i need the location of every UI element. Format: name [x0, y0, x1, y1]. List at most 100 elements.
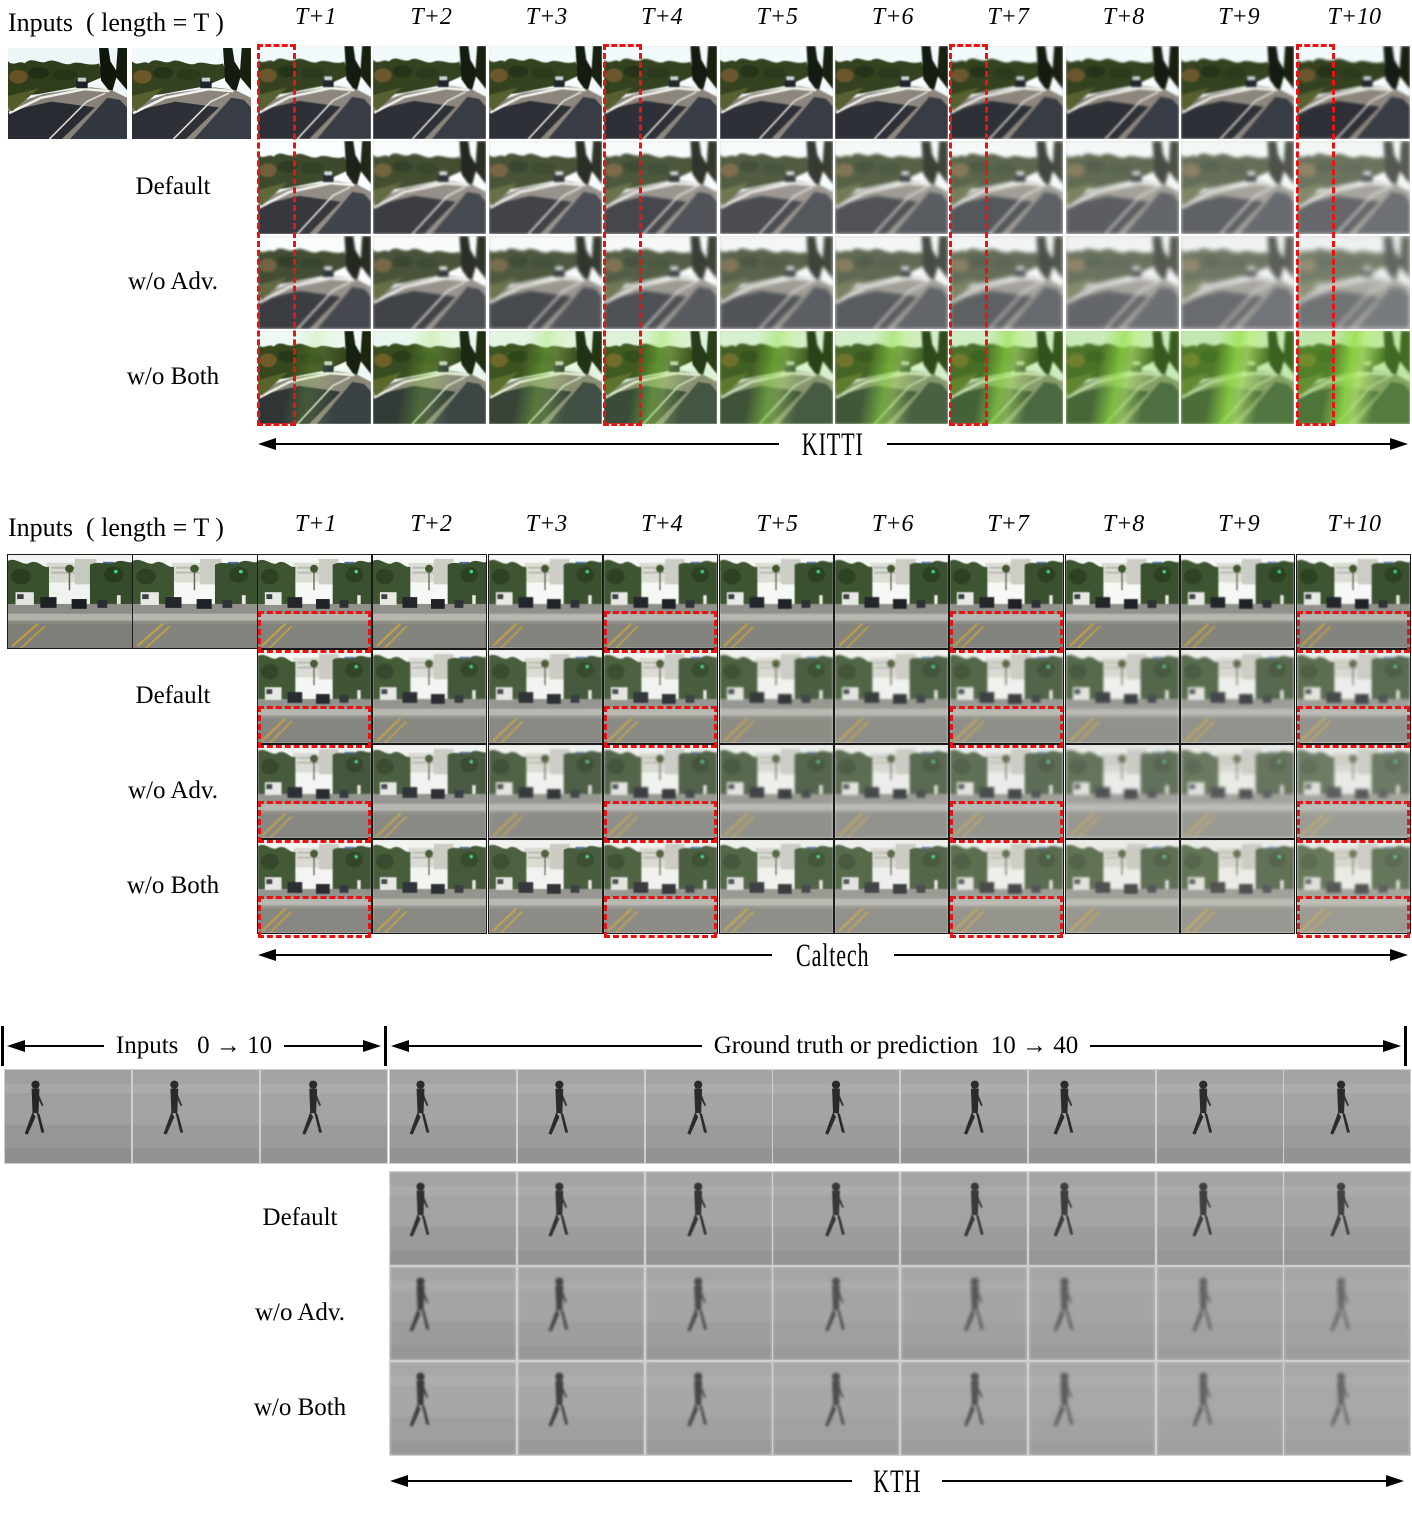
caltech-default-frame-8: [1064, 649, 1180, 744]
kitti-col-header-tplus7: T+7: [987, 4, 1029, 30]
caltech-axis-arrow: Caltech: [258, 936, 1408, 973]
kth-default-frame-2: [516, 1171, 645, 1266]
caltech-col-header-tplus5: T+5: [756, 511, 799, 537]
kitti-default-frame-8: [1065, 141, 1179, 234]
kth-wo-adv-frame-7: [1155, 1266, 1284, 1361]
kth-ground-truth-frame-4: [772, 1069, 901, 1164]
caltech-row-label-wo-adv: w/o Adv.: [127, 777, 219, 804]
kitti-ground-truth-frame-9: [1181, 46, 1295, 139]
caltech-wo-adv-frame-9: [1180, 744, 1296, 839]
kth-inputs-range-label: Inputs 0 → 10: [115, 1032, 273, 1059]
caltech-wo-both-frame-8: [1064, 839, 1180, 934]
caltech-highlight-box-t4-row1: [604, 611, 718, 653]
caltech-highlight-box-t1-row2: [258, 706, 371, 748]
kitti-wo-both-frame-5: [719, 331, 833, 424]
caltech-col-header-tplus10: T+10: [1327, 511, 1382, 537]
arrow-left-head-icon: [390, 1475, 408, 1487]
caltech-ground-truth-frame-8: [1064, 554, 1180, 649]
arrow-line: [284, 1044, 363, 1048]
kth-row-label-wo-adv: w/o Adv.: [254, 1299, 346, 1326]
kth-range-bar-left: [1, 1026, 4, 1066]
kth-wo-adv-frame-6: [1027, 1266, 1156, 1361]
kitti-wo-both-frame-2: [373, 331, 487, 424]
kitti-col-header-tplus2: T+2: [410, 4, 452, 30]
kitti-highlight-box-t1: [257, 44, 296, 426]
kitti-ground-truth-frame-5: [719, 46, 833, 139]
caltech-highlight-box-t4-row2: [604, 706, 718, 748]
kth-input-frame-2: [132, 1069, 260, 1164]
caltech-col-header-tplus7: T+7: [987, 511, 1029, 537]
caltech-default-frame-6: [834, 649, 949, 744]
kitti-col-header-tplus1: T+1: [294, 4, 337, 30]
kitti-wo-both-frame-9: [1181, 331, 1295, 424]
kitti-col-header-tplus5: T+5: [756, 4, 799, 30]
kitti-col-header-tplus10: T+10: [1327, 4, 1382, 30]
caltech-wo-both-frame-5: [718, 839, 834, 934]
kitti-default-frame-6: [835, 141, 948, 234]
caltech-highlight-box-t1-row4: [258, 896, 371, 938]
kth-default-frame-1: [389, 1171, 517, 1266]
caltech-col-header-tplus9: T+9: [1218, 511, 1260, 537]
caltech-dataset-label: Caltech: [796, 936, 870, 973]
kth-wo-both-frame-2: [516, 1361, 645, 1456]
arrow-right-head-icon: [1383, 1040, 1401, 1052]
kitti-default-frame-2: [373, 141, 487, 234]
kitti-inputs-label: Inputs ( length = T ): [8, 8, 224, 37]
caltech-input-frame-1: [7, 554, 133, 649]
arrow-line: [25, 1044, 104, 1048]
caltech-ground-truth-frame-2: [372, 554, 488, 649]
caltech-ground-truth-frame-5: [718, 554, 834, 649]
caltech-highlight-box-t1-row1: [258, 611, 371, 653]
kitti-highlight-box-t4: [603, 44, 643, 426]
kitti-col-header-tplus6: T+6: [871, 4, 914, 30]
kth-ground-truth-frame-2: [516, 1069, 645, 1164]
kth-wo-both-frame-4: [772, 1361, 901, 1456]
kitti-col-header-tplus8: T+8: [1102, 4, 1145, 30]
kitti-wo-both-frame-6: [835, 331, 948, 424]
arrow-line: [409, 1044, 702, 1048]
kth-ground-truth-frame-8: [1283, 1069, 1412, 1164]
caltech-row-label-wo-both: w/o Both: [126, 872, 220, 899]
kth-ground-truth-frame-3: [644, 1069, 773, 1164]
kth-wo-adv-frame-1: [389, 1266, 517, 1361]
kth-range-bar-right: [1404, 1026, 1407, 1066]
arrow-right-head-icon: [1390, 438, 1408, 450]
kitti-wo-adv-frame-9: [1181, 236, 1295, 329]
arrow-line: [893, 953, 1390, 957]
caltech-wo-adv-frame-8: [1064, 744, 1180, 839]
caltech-default-frame-2: [372, 649, 488, 744]
kitti-ground-truth-frame-8: [1065, 46, 1179, 139]
kitti-wo-adv-frame-8: [1065, 236, 1179, 329]
caltech-wo-both-frame-9: [1180, 839, 1296, 934]
caltech-highlight-box-t4-row3: [604, 801, 718, 843]
kth-input-frame-1: [4, 1069, 132, 1164]
arrow-left-head-icon: [7, 1040, 25, 1052]
caltech-wo-adv-frame-3: [487, 744, 603, 839]
kth-row-label-wo-both: w/o Both: [253, 1394, 347, 1421]
kitti-default-frame-9: [1181, 141, 1295, 234]
caltech-row-label-default: Default: [135, 682, 211, 709]
kth-prediction-range-label: Ground truth or prediction 10 → 40: [713, 1032, 1079, 1059]
caltech-highlight-box-t4-row4: [604, 896, 718, 938]
kitti-col-header-tplus9: T+9: [1218, 4, 1260, 30]
caltech-highlight-box-t7-row4: [950, 896, 1064, 938]
caltech-wo-both-frame-3: [487, 839, 603, 934]
arrow-line: [1090, 1044, 1383, 1048]
kth-wo-adv-frame-5: [900, 1266, 1028, 1361]
caltech-default-frame-3: [487, 649, 603, 744]
arrow-line: [942, 1479, 1386, 1483]
arrow-line: [886, 442, 1390, 446]
caltech-ground-truth-frame-9: [1180, 554, 1296, 649]
kth-ground-truth-frame-6: [1027, 1069, 1156, 1164]
arrow-right-head-icon: [363, 1040, 381, 1052]
kitti-default-frame-3: [488, 141, 602, 234]
kth-wo-both-frame-5: [900, 1361, 1028, 1456]
kitti-ground-truth-frame-3: [488, 46, 602, 139]
kitti-row-label-wo-adv: w/o Adv.: [127, 268, 219, 295]
kitti-default-frame-5: [719, 141, 833, 234]
kth-default-frame-6: [1027, 1171, 1156, 1266]
caltech-highlight-box-t10-row1: [1296, 611, 1410, 653]
caltech-highlight-box-t10-row2: [1296, 706, 1410, 748]
kth-wo-adv-frame-8: [1283, 1266, 1412, 1361]
kth-wo-adv-frame-4: [772, 1266, 901, 1361]
